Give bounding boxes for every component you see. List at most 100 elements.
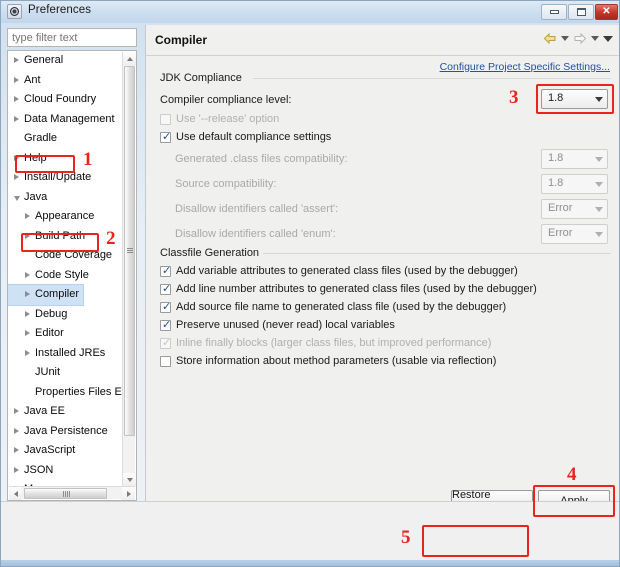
forward-arrow-icon[interactable] <box>573 32 587 45</box>
source-compat-label: Source compatibility: <box>175 178 277 190</box>
sidebar-item-compiler[interactable]: Compiler <box>8 284 126 306</box>
chevron-right-icon[interactable] <box>14 427 19 434</box>
classfile-generation-group-title: Classfile Generation <box>160 247 265 259</box>
chevron-right-icon[interactable] <box>25 349 30 356</box>
chevron-down-icon[interactable] <box>14 195 20 201</box>
chevron-right-icon[interactable] <box>14 154 19 161</box>
jdk-compliance-group-rule <box>253 78 611 79</box>
disallow-assert-select: Error <box>541 199 608 219</box>
sidebar-item-data-management[interactable]: Data Management <box>8 110 126 130</box>
sidebar-item-json[interactable]: JSON <box>8 461 126 481</box>
view-menu-icon[interactable] <box>603 35 613 42</box>
sidebar-item-help[interactable]: Help <box>8 149 126 169</box>
scroll-up-button[interactable] <box>123 52 136 65</box>
chevron-down-icon <box>595 232 603 237</box>
sidebar-item-debug[interactable]: Debug <box>8 305 126 325</box>
sidebar-item-editor[interactable]: Editor <box>8 324 126 344</box>
triangle-right-icon <box>126 490 131 497</box>
classfile-option-checkbox[interactable] <box>160 356 171 367</box>
chevron-right-icon[interactable] <box>14 96 19 102</box>
classfile-option-checkbox[interactable]: ✓ <box>160 283 172 295</box>
sidebar-item-cloud-foundry[interactable]: Cloud Foundry <box>8 90 126 110</box>
classfile-option-checkbox[interactable]: ✓ <box>160 301 171 313</box>
sidebar-item-installed-jres[interactable]: Installed JREs <box>8 344 126 364</box>
sidebar-item-code-style[interactable]: Code Style <box>8 266 126 286</box>
maximize-button[interactable] <box>568 4 594 20</box>
chevron-right-icon[interactable] <box>25 330 30 336</box>
horizontal-scroll-thumb[interactable] <box>24 488 107 499</box>
search-input[interactable] <box>7 28 137 47</box>
page-title: Compiler <box>155 33 208 47</box>
scroll-right-button[interactable] <box>122 487 135 500</box>
chevron-right-icon[interactable] <box>14 174 19 180</box>
classfile-option-label: Preserve unused (never read) local varia… <box>176 319 395 331</box>
check-icon: ✓ <box>162 131 172 143</box>
chevron-right-icon[interactable] <box>25 310 30 317</box>
check-icon: ✓ <box>162 337 172 349</box>
triangle-up-icon <box>126 56 133 61</box>
forward-history-chevron-down-icon[interactable] <box>591 36 599 41</box>
chevron-down-icon <box>595 207 603 212</box>
chevron-right-icon[interactable] <box>25 291 30 297</box>
classfile-option-label: Add source file name to generated class … <box>176 301 507 313</box>
tree-vertical-scrollbar[interactable] <box>122 52 136 486</box>
minimize-button[interactable] <box>541 4 567 20</box>
chevron-down-icon <box>595 182 603 187</box>
source-compat-select: 1.8 <box>541 174 608 194</box>
annotation-number-3: 3 <box>509 87 519 108</box>
sidebar-item-javascript[interactable]: JavaScript <box>8 441 126 461</box>
back-history-chevron-down-icon[interactable] <box>561 36 569 41</box>
annotation-number-4: 4 <box>567 464 577 485</box>
use-default-compliance-checkbox[interactable]: ✓ <box>160 131 172 143</box>
compiler-compliance-level-select[interactable]: 1.8 <box>541 89 608 109</box>
classfile-option-checkbox[interactable]: ✓ <box>160 319 172 331</box>
vertical-scroll-thumb[interactable] <box>124 66 135 436</box>
chevron-right-icon[interactable] <box>14 57 19 63</box>
configure-project-specific-settings-link[interactable]: Configure Project Specific Settings... <box>440 61 610 73</box>
chevron-right-icon[interactable] <box>14 76 19 83</box>
compiler-compliance-level-value: 1.8 <box>548 92 564 104</box>
scroll-left-button[interactable] <box>9 487 22 500</box>
sidebar-item-general[interactable]: General <box>8 51 126 71</box>
chevron-right-icon[interactable] <box>14 408 19 414</box>
use-release-option-label: Use '--release' option <box>176 113 280 125</box>
chevron-right-icon[interactable] <box>25 232 30 239</box>
tree-item-list: General Ant Cloud Foundry Data Management Gr… <box>8 51 130 500</box>
chevron-right-icon[interactable] <box>14 115 19 122</box>
check-icon: ✓ <box>162 283 172 295</box>
check-icon: ✓ <box>162 319 172 331</box>
sidebar-item-properties-files-edi[interactable]: Properties Files Edi <box>8 383 130 403</box>
classfile-option-checkbox[interactable]: ✓ <box>160 265 171 277</box>
chevron-down-icon <box>595 97 603 102</box>
scroll-down-button[interactable] <box>123 473 136 486</box>
chevron-right-icon[interactable] <box>14 447 19 453</box>
classfile-generation-group-rule <box>263 253 611 254</box>
preferences-tree[interactable]: General Ant Cloud Foundry Data Management Gr… <box>7 50 137 501</box>
disallow-assert-label: Disallow identifiers called 'assert': <box>175 203 339 215</box>
sidebar-item-ant[interactable]: Ant <box>8 71 126 91</box>
preferences-window: Preferences ✕ General Ant Cloud Foundry Dat… <box>0 0 620 567</box>
chevron-right-icon[interactable] <box>25 271 30 278</box>
chevron-right-icon[interactable] <box>25 213 30 219</box>
sidebar-item-appearance[interactable]: Appearance <box>8 207 126 227</box>
annotation-number-5: 5 <box>401 527 411 548</box>
sidebar-item-gradle[interactable]: Gradle <box>8 129 126 149</box>
use-release-option-checkbox[interactable] <box>160 114 171 125</box>
sidebar-item-label: Installed JREs <box>35 346 106 359</box>
use-default-compliance-label: Use default compliance settings <box>176 131 332 143</box>
triangle-down-icon <box>126 477 133 482</box>
tree-horizontal-scrollbar[interactable] <box>9 486 135 500</box>
close-button[interactable]: ✕ <box>595 4 618 20</box>
sidebar-item-install-update[interactable]: Install/Update <box>8 168 126 188</box>
sidebar-item-java-ee[interactable]: Java EE <box>8 402 126 422</box>
sidebar-item-java[interactable]: Java <box>8 188 126 208</box>
status-bar <box>1 560 619 566</box>
generated-class-compat-label: Generated .class files compatibility: <box>175 153 348 165</box>
generated-class-compat-select: 1.8 <box>541 149 608 169</box>
sidebar-item-junit[interactable]: JUnit <box>8 363 126 383</box>
disallow-enum-select: Error <box>541 224 608 244</box>
sidebar-item-java-persistence[interactable]: Java Persistence <box>8 422 126 442</box>
back-arrow-icon[interactable] <box>543 32 557 45</box>
chevron-right-icon[interactable] <box>14 466 19 473</box>
triangle-left-icon <box>13 490 18 497</box>
